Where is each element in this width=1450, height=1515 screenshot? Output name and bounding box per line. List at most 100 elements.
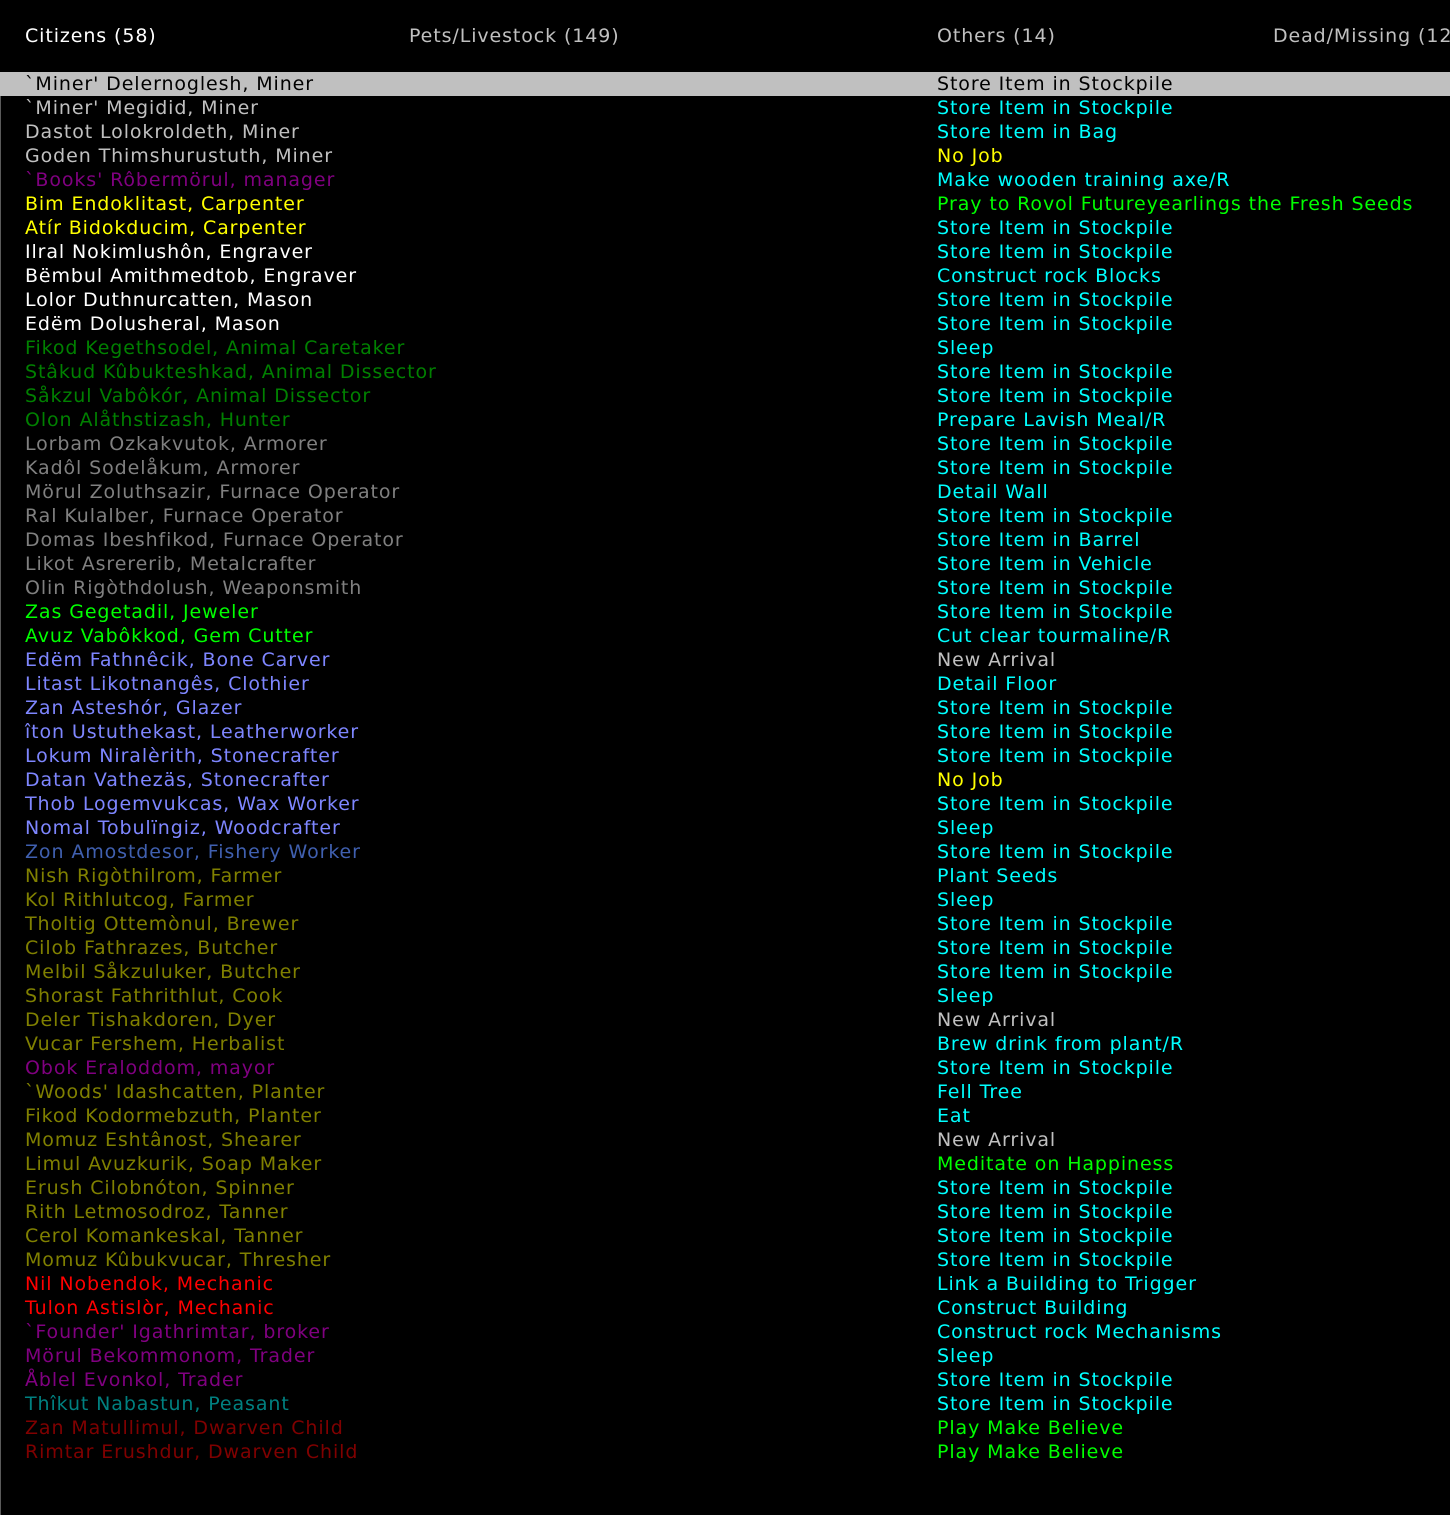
list-item[interactable]: Bim Endoklitast, Carpenter Pray to Rovol …: [0, 192, 1450, 216]
unit-name: Erush Cilobnóton, Spinner: [25, 1177, 295, 1199]
unit-name: Datan Vathezäs, Stonecrafter: [25, 769, 330, 791]
unit-name: Obok Eraloddom, mayor: [25, 1057, 276, 1079]
list-item[interactable]: Stâkud Kûbukteshkad, Animal Dissector Sto…: [0, 360, 1450, 384]
list-item[interactable]: `Miner' Megidid, Miner Store Item in Stoc…: [0, 96, 1450, 120]
list-item[interactable]: Rimtar Erushdur, Dwarven Child Play Make …: [0, 1440, 1450, 1464]
unit-job: Store Item in Stockpile: [937, 961, 1174, 983]
list-item[interactable]: Nomal Tobulïngiz, Woodcrafter Sleep: [0, 816, 1450, 840]
list-item[interactable]: Zan Asteshór, Glazer Store Item in Stockp…: [0, 696, 1450, 720]
list-item[interactable]: `Woods' Idashcatten, Planter Fell Tree: [0, 1080, 1450, 1104]
list-item[interactable]: Såkzul Vabôkór, Animal Dissector Store It…: [0, 384, 1450, 408]
list-item[interactable]: Ral Kulalber, Furnace Operator Store Item…: [0, 504, 1450, 528]
list-item[interactable]: Likot Asrererib, Metalcrafter Store Item …: [0, 552, 1450, 576]
list-item[interactable]: Edëm Fathnêcik, Bone Carver New Arrival: [0, 648, 1450, 672]
unit-job: Store Item in Stockpile: [937, 745, 1174, 767]
list-item[interactable]: Zan Matullimul, Dwarven Child Play Make B…: [0, 1416, 1450, 1440]
list-item[interactable]: Goden Thimshurustuth, Miner No Job: [0, 144, 1450, 168]
list-item[interactable]: Datan Vathezäs, Stonecrafter No Job: [0, 768, 1450, 792]
list-item[interactable]: Momuz Kûbukvucar, Thresher Store Item in …: [0, 1248, 1450, 1272]
list-item[interactable]: Olon Alåthstizash, Hunter Prepare Lavish …: [0, 408, 1450, 432]
tab-pets-livestock[interactable]: Pets/Livestock (149): [409, 24, 620, 48]
list-item[interactable]: Mörul Zoluthsazir, Furnace Operator Detai…: [0, 480, 1450, 504]
list-item[interactable]: îton Ustuthekast, Leatherworker Store Ite…: [0, 720, 1450, 744]
unit-name: Melbil Såkzuluker, Butcher: [25, 961, 301, 983]
unit-job: Construct Building: [937, 1297, 1129, 1319]
unit-job: Cut clear tourmaline/R: [937, 625, 1172, 647]
list-item[interactable]: Shorast Fathrithlut, Cook Sleep: [0, 984, 1450, 1008]
unit-job: Store Item in Stockpile: [937, 721, 1174, 743]
unit-name: Goden Thimshurustuth, Miner: [25, 145, 333, 167]
list-item-selected[interactable]: `Miner' Delernoglesh, Miner Store Item in…: [0, 72, 1450, 96]
list-item[interactable]: Rith Letmosodroz, Tanner Store Item in St…: [0, 1200, 1450, 1224]
unit-name: Deler Tishakdoren, Dyer: [25, 1009, 276, 1031]
unit-job: Brew drink from plant/R: [937, 1033, 1184, 1055]
list-item[interactable]: Obok Eraloddom, mayor Store Item in Stock…: [0, 1056, 1450, 1080]
list-item[interactable]: Cerol Komankeskal, Tanner Store Item in S…: [0, 1224, 1450, 1248]
list-item[interactable]: Olin Rigòthdolush, Weaponsmith Store Item…: [0, 576, 1450, 600]
list-item[interactable]: Tholtig Ottemònul, Brewer Store Item in S…: [0, 912, 1450, 936]
list-item[interactable]: Erush Cilobnóton, Spinner Store Item in S…: [0, 1176, 1450, 1200]
tab-dead-missing[interactable]: Dead/Missing (12): [1273, 24, 1450, 48]
unit-name: Kadôl Sodelåkum, Armorer: [25, 457, 301, 479]
list-item[interactable]: Thîkut Nabastun, Peasant Store Item in St…: [0, 1392, 1450, 1416]
list-item[interactable]: Domas Ibeshfikod, Furnace Operator Store …: [0, 528, 1450, 552]
list-item[interactable]: Fikod Kodormebzuth, Planter Eat: [0, 1104, 1450, 1128]
list-item[interactable]: Limul Avuzkurik, Soap Maker Meditate on H…: [0, 1152, 1450, 1176]
unit-name: Olin Rigòthdolush, Weaponsmith: [25, 577, 363, 599]
list-item[interactable]: Lolor Duthnurcatten, Mason Store Item in …: [0, 288, 1450, 312]
unit-job: Meditate on Happiness: [937, 1153, 1175, 1175]
unit-name: Nil Nobendok, Mechanic: [25, 1273, 274, 1295]
unit-name: Rimtar Erushdur, Dwarven Child: [25, 1441, 359, 1463]
unit-job: Eat: [937, 1105, 971, 1127]
list-item[interactable]: `Books' Rôbermörul, manager Make wooden t…: [0, 168, 1450, 192]
list-item[interactable]: Nish Rigòthilrom, Farmer Plant Seeds: [0, 864, 1450, 888]
list-item[interactable]: Melbil Såkzuluker, Butcher Store Item in …: [0, 960, 1450, 984]
list-item[interactable]: Edëm Dolusheral, Mason Store Item in Stoc…: [0, 312, 1450, 336]
list-item[interactable]: Cilob Fathrazes, Butcher Store Item in St…: [0, 936, 1450, 960]
list-item[interactable]: Avuz Vabôkkod, Gem Cutter Cut clear tourm…: [0, 624, 1450, 648]
list-item[interactable]: Mörul Bekommonom, Trader Sleep: [0, 1344, 1450, 1368]
list-item[interactable]: Kadôl Sodelåkum, Armorer Store Item in St…: [0, 456, 1450, 480]
list-item[interactable]: Tulon Astislòr, Mechanic Construct Buildi…: [0, 1296, 1450, 1320]
unit-job: Play Make Believe: [937, 1417, 1124, 1439]
unit-name: Olon Alåthstizash, Hunter: [25, 409, 291, 431]
list-item[interactable]: Thob Logemvukcas, Wax Worker Store Item i…: [0, 792, 1450, 816]
list-item[interactable]: Deler Tishakdoren, Dyer New Arrival: [0, 1008, 1450, 1032]
list-item[interactable]: Atír Bidokducim, Carpenter Store Item in …: [0, 216, 1450, 240]
list-item[interactable]: `Founder' Igathrimtar, broker Construct r…: [0, 1320, 1450, 1344]
unit-name: Åblel Evonkol, Trader: [25, 1369, 244, 1391]
list-item[interactable]: Litast Likotnangês, Clothier Detail Floor: [0, 672, 1450, 696]
list-item[interactable]: Dastot Lolokroldeth, Miner Store Item in …: [0, 120, 1450, 144]
list-item[interactable]: Vucar Fershem, Herbalist Brew drink from …: [0, 1032, 1450, 1056]
list-item[interactable]: Lorbam Ozkakvutok, Armorer Store Item in …: [0, 432, 1450, 456]
unit-job: Construct rock Blocks: [937, 265, 1162, 287]
list-item[interactable]: Lokum Niralèrith, Stonecrafter Store Item…: [0, 744, 1450, 768]
list-item[interactable]: Zon Amostdesor, Fishery Worker Store Item…: [0, 840, 1450, 864]
list-item[interactable]: Ilral Nokimlushôn, Engraver Store Item in…: [0, 240, 1450, 264]
list-item[interactable]: Bëmbul Amithmedtob, Engraver Construct ro…: [0, 264, 1450, 288]
list-item[interactable]: Kol Rithlutcog, Farmer Sleep: [0, 888, 1450, 912]
unit-name: Stâkud Kûbukteshkad, Animal Dissector: [25, 361, 437, 383]
unit-job: New Arrival: [937, 1009, 1057, 1031]
citizen-list: `Miner' Delernoglesh, Miner Store Item in…: [0, 72, 1450, 1464]
unit-job: Store Item in Stockpile: [937, 913, 1174, 935]
unit-name: Avuz Vabôkkod, Gem Cutter: [25, 625, 314, 647]
unit-job: Store Item in Stockpile: [937, 1177, 1174, 1199]
list-item[interactable]: Nil Nobendok, Mechanic Link a Building to…: [0, 1272, 1450, 1296]
list-item[interactable]: Fikod Kegethsodel, Animal Caretaker Sleep: [0, 336, 1450, 360]
list-item[interactable]: Åblel Evonkol, Trader Store Item in Stock…: [0, 1368, 1450, 1392]
unit-name: Cilob Fathrazes, Butcher: [25, 937, 279, 959]
unit-job: Store Item in Stockpile: [937, 1225, 1174, 1247]
unit-name: Bim Endoklitast, Carpenter: [25, 193, 305, 215]
unit-job: Store Item in Stockpile: [937, 313, 1174, 335]
tab-citizens[interactable]: Citizens (58): [25, 24, 157, 48]
list-item[interactable]: Zas Gegetadil, Jeweler Store Item in Stoc…: [0, 600, 1450, 624]
unit-category-tabs: Citizens (58) Pets/Livestock (149) Other…: [0, 0, 1450, 72]
unit-name: `Books' Rôbermörul, manager: [25, 169, 336, 191]
unit-name: Edëm Dolusheral, Mason: [25, 313, 281, 335]
unit-name: Litast Likotnangês, Clothier: [25, 673, 310, 695]
tab-others[interactable]: Others (14): [937, 24, 1056, 48]
unit-job: Store Item in Stockpile: [937, 697, 1174, 719]
list-item[interactable]: Momuz Eshtânost, Shearer New Arrival: [0, 1128, 1450, 1152]
unit-name: Rith Letmosodroz, Tanner: [25, 1201, 289, 1223]
